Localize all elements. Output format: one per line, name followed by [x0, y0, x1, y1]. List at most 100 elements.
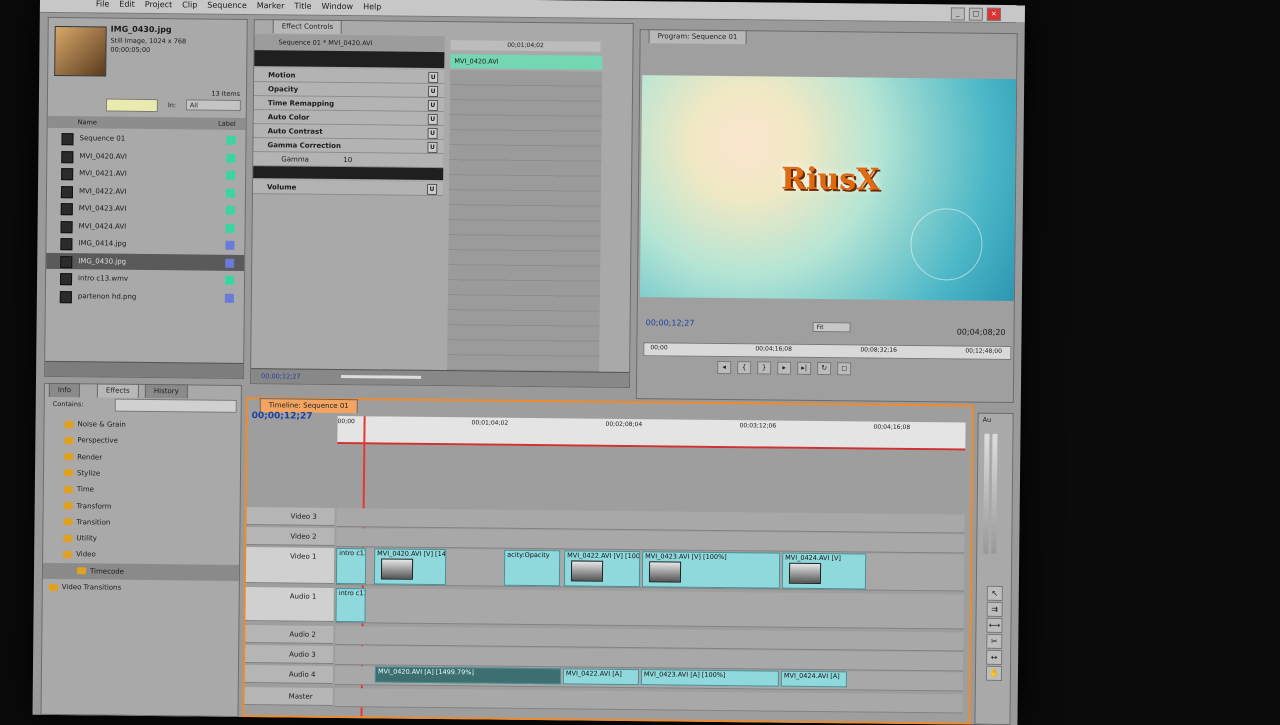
fit-dropdown[interactable]: Fit: [812, 321, 851, 333]
audio-clip[interactable]: MVI_0424.AVI [A]: [780, 670, 847, 688]
label-swatch[interactable]: [224, 293, 234, 303]
in-dropdown[interactable]: All: [185, 99, 241, 111]
track-header[interactable]: Audio 4: [244, 665, 334, 684]
project-item[interactable]: IMG_0414.jpg: [46, 235, 244, 253]
menu-item-marker[interactable]: Marker: [257, 1, 285, 10]
label-swatch[interactable]: [225, 258, 235, 268]
label-swatch[interactable]: [225, 223, 235, 233]
ec-timecode[interactable]: 00;00;12;27: [261, 369, 301, 383]
video-clip[interactable]: MVI_0423.AVI [V] [100%]: [641, 551, 781, 589]
effects-folder[interactable]: Noise & Grain: [44, 416, 240, 434]
track-header[interactable]: Video 3: [246, 507, 335, 526]
track-header[interactable]: Video 2: [246, 527, 335, 546]
reset-icon[interactable]: U: [427, 99, 438, 112]
timeline-ruler[interactable]: 00;00 00;01;04;02 00;02;08;04 00;03;12;06 00…: [337, 415, 966, 451]
audio-clip[interactable]: MVI_0423.AVI [A] [100%]: [640, 669, 779, 687]
label-swatch[interactable]: [225, 275, 235, 285]
project-item[interactable]: MVI_0420.AVI: [47, 147, 245, 165]
track-header[interactable]: Audio 1: [245, 587, 334, 622]
label-swatch[interactable]: [225, 205, 235, 215]
search-input[interactable]: [105, 98, 158, 113]
effect-row[interactable]: Volume U: [252, 180, 444, 197]
project-item[interactable]: Sequence 01: [47, 130, 245, 148]
selection-tool-icon[interactable]: ↖: [986, 585, 1003, 601]
step-back-button[interactable]: ◂: [717, 360, 732, 375]
video-clip[interactable]: intro c13: [335, 547, 367, 585]
effects-folder[interactable]: Render: [44, 449, 240, 467]
tab-info[interactable]: Info: [48, 382, 81, 398]
video-clip[interactable]: MVI_0420.AVI [V] [1499.79%]: [373, 548, 447, 586]
tab-history[interactable]: History: [144, 383, 188, 399]
ec-clip-bar[interactable]: MVI_0420.AVI: [450, 54, 603, 70]
close-button[interactable]: ×: [986, 7, 1001, 21]
slip-tool-icon[interactable]: ↔: [986, 649, 1003, 665]
track-select-tool-icon[interactable]: ⇉: [986, 601, 1003, 617]
label-column[interactable]: Label: [218, 118, 236, 130]
program-ruler[interactable]: 00;00 00;04;16;08 00;08;32;16 00;12;48;00: [643, 342, 1012, 361]
reset-icon[interactable]: U: [427, 85, 439, 98]
label-swatch[interactable]: [226, 153, 236, 163]
project-item[interactable]: MVI_0424.AVI: [47, 217, 245, 235]
minimize-button[interactable]: _: [950, 7, 965, 21]
menu-item-clip[interactable]: Clip: [182, 0, 197, 9]
mark-out-button[interactable]: }: [757, 361, 772, 375]
effects-search-input[interactable]: [114, 398, 237, 413]
reset-icon[interactable]: U: [427, 113, 438, 126]
hand-tool-icon[interactable]: ✋: [985, 665, 1003, 681]
menu-item-file[interactable]: File: [96, 0, 109, 9]
video-clip[interactable]: MVI_0424.AVI [V]: [781, 552, 867, 590]
ripple-edit-tool-icon[interactable]: ⟷: [986, 617, 1003, 633]
track-header[interactable]: Audio 2: [245, 625, 334, 644]
audio-clip[interactable]: MVI_0420.AVI [A] [1499.79%]: [374, 666, 562, 685]
timeline-timecode[interactable]: 00;00;12;27: [252, 411, 313, 422]
reset-icon[interactable]: U: [427, 127, 438, 140]
reset-icon[interactable]: U: [428, 71, 439, 84]
effects-folder[interactable]: Video Transitions: [43, 579, 239, 597]
menu-item-sequence[interactable]: Sequence: [207, 1, 247, 10]
project-item[interactable]: MVI_0422.AVI: [47, 182, 245, 200]
audio-clip[interactable]: intro c13: [335, 587, 366, 623]
audio-clip[interactable]: MVI_0422.AVI [A]: [562, 668, 639, 686]
project-item[interactable]: IMG_0430.jpg: [46, 252, 245, 271]
project-item[interactable]: partenon hd.png: [46, 287, 244, 305]
menu-item-window[interactable]: Window: [322, 2, 354, 11]
effects-folder[interactable]: Utility: [43, 530, 239, 548]
project-item[interactable]: MVI_0421.AVI: [47, 165, 245, 183]
tab-program[interactable]: Program: Sequence 01: [648, 29, 747, 45]
menu-item-edit[interactable]: Edit: [119, 0, 135, 9]
tab-effect-controls[interactable]: Effect Controls: [272, 19, 343, 35]
label-swatch[interactable]: [225, 240, 235, 250]
track-header[interactable]: Audio 3: [245, 645, 334, 664]
menu-item-title[interactable]: Title: [294, 2, 311, 11]
effects-folder[interactable]: Stylize: [44, 465, 240, 483]
reset-icon[interactable]: U: [427, 141, 438, 154]
effects-folder[interactable]: Timecode: [42, 562, 240, 581]
ec-zoom-slider[interactable]: [341, 375, 422, 379]
label-swatch[interactable]: [226, 135, 236, 145]
maximize-button[interactable]: □: [968, 7, 983, 21]
video-clip[interactable]: MVI_0422.AVI [V] [100%]: [563, 550, 641, 588]
effects-folder[interactable]: Transition: [43, 514, 239, 532]
menu-item-project[interactable]: Project: [145, 0, 172, 9]
play-button[interactable]: ▸: [777, 361, 792, 375]
effects-folder[interactable]: Transform: [44, 497, 240, 515]
track-header[interactable]: Master: [244, 687, 333, 706]
step-forward-button[interactable]: ▸|: [797, 361, 812, 375]
track-header[interactable]: Video 1: [245, 547, 335, 584]
name-column[interactable]: Name: [78, 118, 97, 126]
razor-tool-icon[interactable]: ✂: [986, 633, 1003, 649]
reset-icon[interactable]: U: [426, 183, 438, 196]
video-clip[interactable]: acity:Opacity: [503, 549, 561, 587]
menu-item-help[interactable]: Help: [363, 2, 381, 11]
tab-effects[interactable]: Effects: [96, 383, 139, 398]
gamma-value[interactable]: 10: [343, 153, 352, 167]
track-lane[interactable]: [334, 687, 963, 714]
mark-in-button[interactable]: {: [737, 361, 752, 375]
program-timecode-current[interactable]: 00;00;12;27: [646, 318, 695, 328]
effects-folder[interactable]: Time: [44, 481, 240, 499]
label-swatch[interactable]: [225, 188, 236, 198]
project-item[interactable]: MVI_0423.AVI: [47, 200, 245, 218]
loop-button[interactable]: ↻: [817, 362, 832, 376]
effects-folder[interactable]: Video: [43, 546, 239, 564]
track-lane[interactable]: [335, 587, 964, 630]
